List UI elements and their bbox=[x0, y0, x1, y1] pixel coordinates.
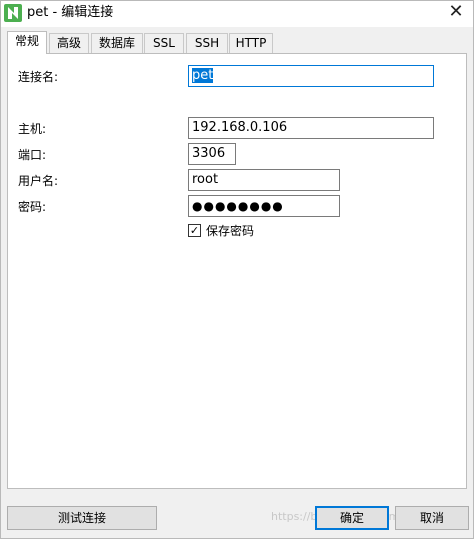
host-input[interactable]: 192.168.0.106 bbox=[188, 117, 434, 139]
ok-button[interactable]: 确定 bbox=[315, 506, 389, 530]
close-icon[interactable]: ✕ bbox=[445, 3, 467, 23]
test-connection-button[interactable]: 测试连接 bbox=[7, 506, 157, 530]
general-panel: 连接名: pet 主机: 192.168.0.106 端口: 3306 用户名:… bbox=[7, 53, 467, 489]
title-bar: pet - 编辑连接 ✕ bbox=[1, 1, 473, 27]
tab-general[interactable]: 常规 bbox=[7, 31, 47, 54]
cancel-button[interactable]: 取消 bbox=[395, 506, 469, 530]
password-input[interactable]: ●●●●●●●● bbox=[188, 195, 340, 217]
username-label: 用户名: bbox=[18, 174, 59, 188]
save-password-checkbox[interactable]: ✓ bbox=[188, 224, 201, 237]
tab-ssh[interactable]: SSH bbox=[186, 33, 228, 53]
tab-advanced[interactable]: 高级 bbox=[49, 33, 89, 53]
edit-connection-dialog: pet - 编辑连接 ✕ 常规 高级 数据库 SSL SSH HTTP 连接名:… bbox=[0, 0, 474, 539]
password-label: 密码: bbox=[18, 200, 47, 214]
username-input[interactable]: root bbox=[188, 169, 340, 191]
connection-name-input[interactable]: pet bbox=[188, 65, 434, 87]
port-input[interactable]: 3306 bbox=[188, 143, 236, 165]
connection-name-label: 连接名: bbox=[18, 70, 59, 84]
navicat-logo-icon bbox=[4, 4, 22, 22]
connection-name-value: pet bbox=[192, 68, 214, 83]
save-password-label[interactable]: 保存密码 bbox=[206, 223, 254, 239]
tab-databases[interactable]: 数据库 bbox=[91, 33, 143, 53]
tab-http[interactable]: HTTP bbox=[229, 33, 273, 53]
tab-ssl[interactable]: SSL bbox=[144, 33, 184, 53]
window-title: pet - 编辑连接 bbox=[27, 5, 114, 20]
port-label: 端口: bbox=[18, 148, 47, 162]
host-label: 主机: bbox=[18, 122, 47, 136]
